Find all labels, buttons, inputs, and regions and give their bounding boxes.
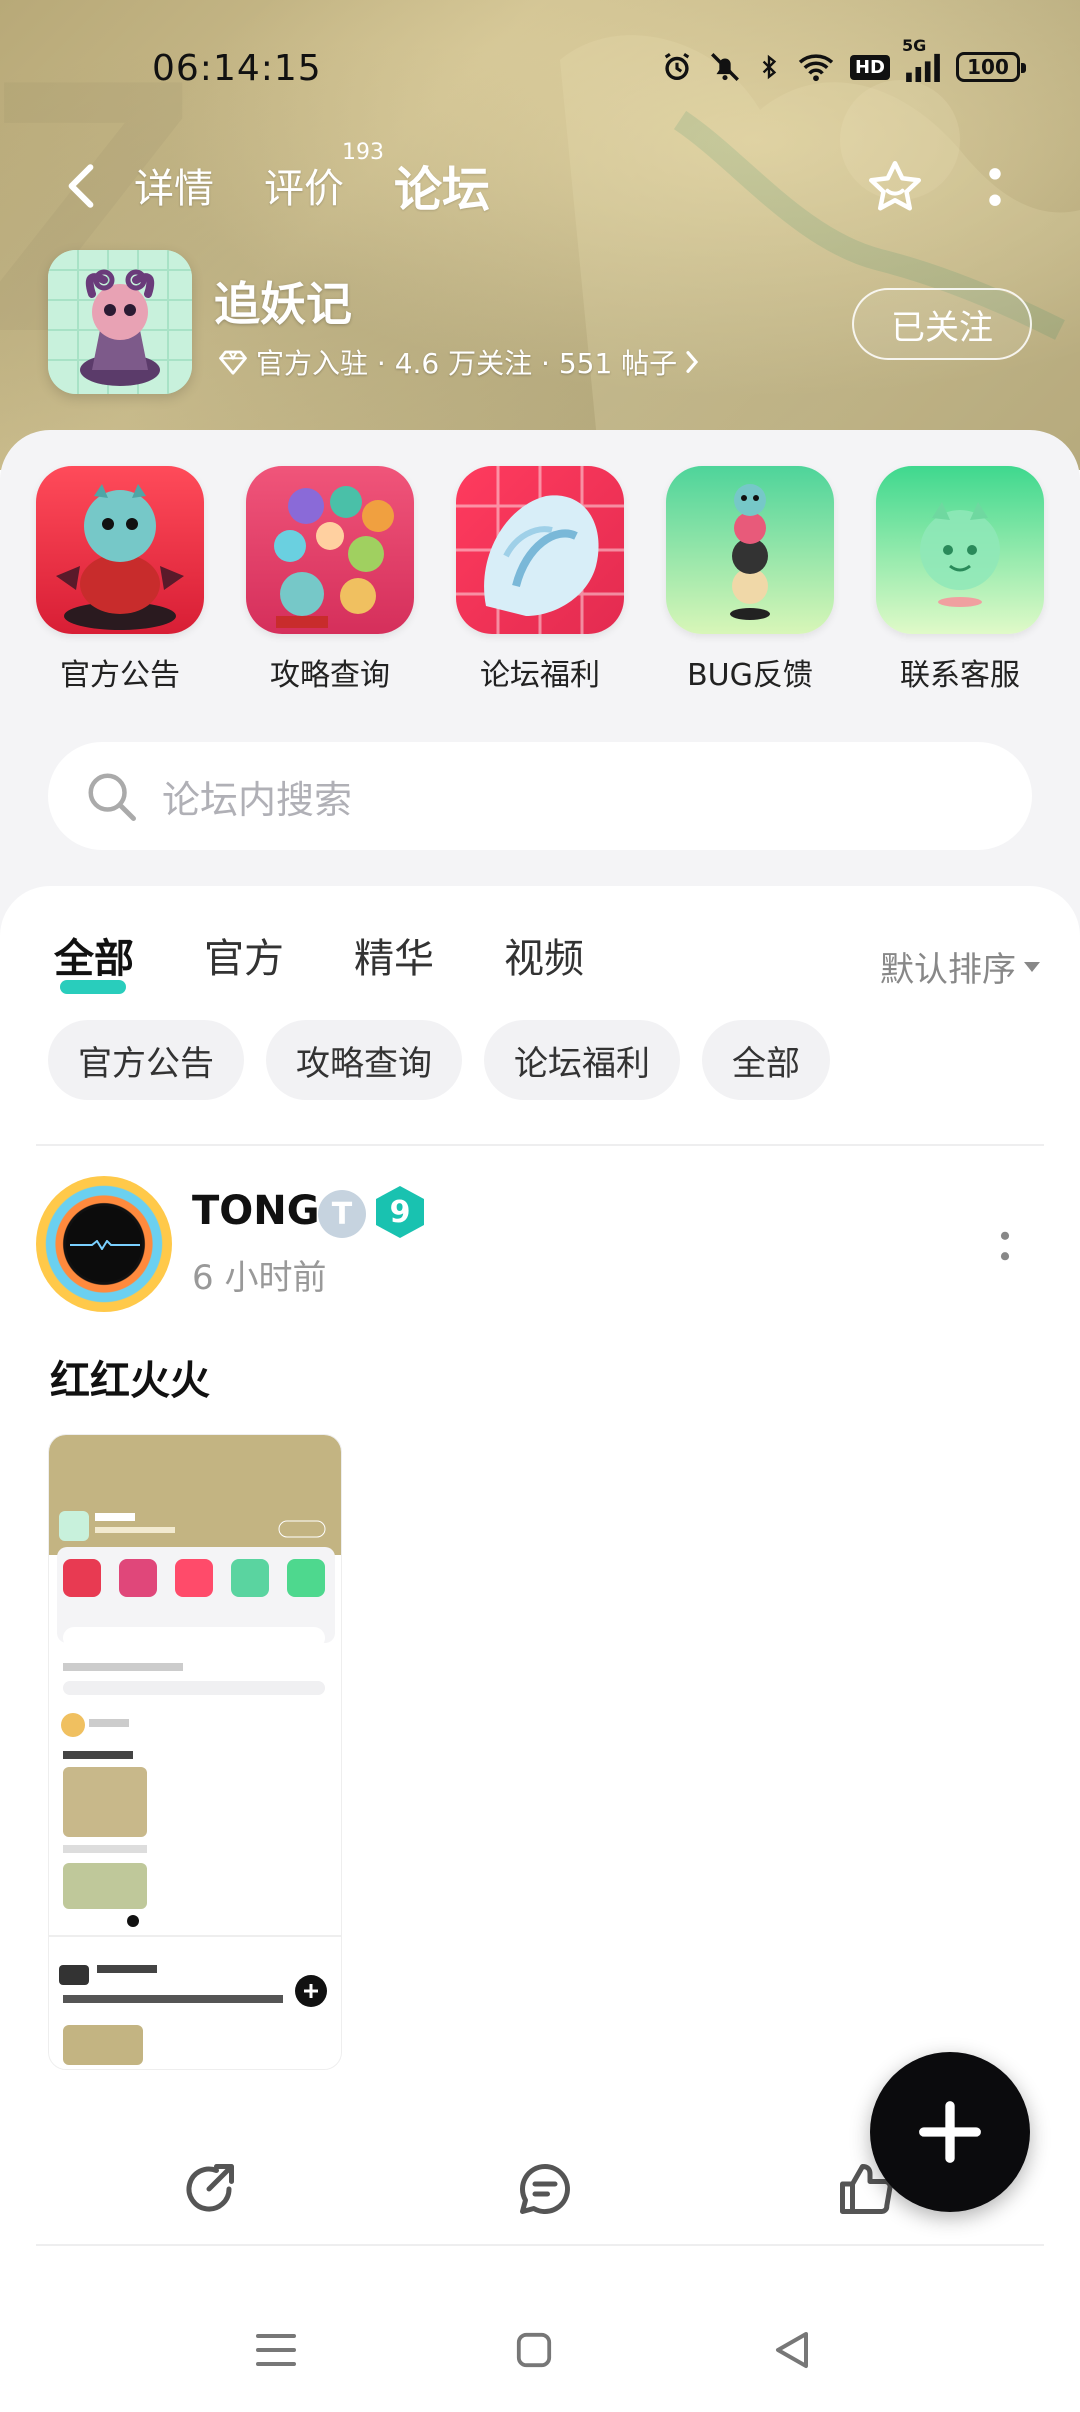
tab-reviews[interactable]: 评价 193 (264, 140, 384, 220)
create-post-button[interactable] (864, 2046, 1036, 2218)
filter-featured[interactable]: 精华 (354, 920, 434, 990)
divider (36, 1144, 1044, 1146)
welfare-icon (456, 466, 624, 634)
share-icon (186, 2164, 234, 2212)
category-chips: 官方公告 攻略查询 论坛福利 全部 (48, 1020, 830, 1100)
back-button[interactable] (56, 158, 106, 214)
tab-forum-label: 论坛 (394, 162, 491, 218)
announcements-icon (36, 466, 204, 634)
signal-icon: 5G (902, 36, 942, 82)
chip-announcements[interactable]: 官方公告 (48, 1020, 244, 1100)
comment-icon (519, 2164, 570, 2214)
shortcut-welfare[interactable]: 论坛福利 (456, 466, 624, 694)
favorite-button[interactable] (860, 152, 930, 222)
menu-icon (256, 2334, 296, 2366)
heartbeat-icon (70, 1240, 140, 1250)
shortcut-label: 论坛福利 (480, 658, 600, 693)
more-vertical-icon (989, 168, 1001, 206)
wifi-icon (796, 51, 836, 83)
filter-featured-label: 精华 (354, 936, 434, 982)
user-badge-icon: T (318, 1190, 366, 1238)
star-icon (869, 161, 921, 211)
shortcut-bug-report[interactable]: BUG反馈 (666, 466, 834, 694)
bluetooth-icon (756, 50, 782, 84)
post-time: 6 小时前 (192, 1258, 327, 1298)
plus-icon (919, 2101, 981, 2163)
more-options-button[interactable] (970, 152, 1020, 222)
customer-service-icon (876, 466, 1044, 634)
shortcut-label: BUG反馈 (687, 658, 813, 693)
network-label: 5G (902, 36, 927, 55)
search-icon (82, 767, 140, 825)
filter-official[interactable]: 官方 (204, 920, 284, 990)
header-banner: Z 06:14:15 HD 5G 100 详情 评价 193 论坛 追妖记 官方… (0, 0, 1080, 470)
post-image[interactable] (48, 1434, 342, 2070)
post-title[interactable]: 红红火火 (50, 1348, 210, 1406)
status-time: 06:14:15 (152, 48, 322, 89)
guides-icon (246, 466, 414, 634)
post-header: TONG T 9 6 小时前 (36, 1176, 1046, 1316)
system-navigation-bar (0, 2290, 1080, 2412)
triangle-back-icon (776, 2332, 808, 2368)
shortcut-customer-service[interactable]: 联系客服 (876, 466, 1044, 694)
filter-video-label: 视频 (504, 936, 584, 982)
hd-icon: HD (849, 54, 890, 80)
status-icons: HD 5G 100 (660, 36, 1026, 84)
post-more-button[interactable] (990, 1216, 1020, 1276)
divider (36, 2244, 1044, 2246)
bug-report-icon (666, 466, 834, 634)
back-arrow-icon (68, 164, 94, 208)
tab-forum[interactable]: 论坛 (394, 150, 491, 220)
filter-official-label: 官方 (204, 936, 284, 982)
filter-video[interactable]: 视频 (504, 920, 584, 990)
game-name: 追妖记 (214, 277, 352, 331)
mute-icon (708, 50, 742, 84)
recent-apps-button[interactable] (246, 2320, 306, 2380)
home-button[interactable] (504, 2320, 564, 2380)
comment-button[interactable] (510, 2154, 580, 2224)
diamond-icon (219, 350, 247, 375)
more-vertical-icon (1000, 1231, 1010, 1261)
status-bar: 06:14:15 HD 5G 100 (0, 0, 1080, 140)
shortcut-row: 官方公告 攻略查询 论坛福利 BUG反馈 联系客服 (0, 466, 1080, 696)
sort-dropdown[interactable]: 默认排序 (880, 942, 1040, 991)
search-input[interactable]: 论坛内搜索 (162, 769, 352, 824)
shortcut-label: 攻略查询 (270, 658, 390, 693)
chevron-right-icon (686, 351, 699, 373)
chip-welfare[interactable]: 论坛福利 (484, 1020, 680, 1100)
top-nav: 详情 评价 193 论坛 (0, 140, 1080, 230)
forum-search-bar[interactable]: 论坛内搜索 (48, 742, 1032, 850)
game-meta-text: 官方入驻 · 4.6 万关注 · 551 帖子 (256, 347, 678, 380)
post-username[interactable]: TONG (192, 1188, 320, 1234)
square-icon (516, 2332, 552, 2368)
battery-icon: 100 (956, 52, 1026, 82)
filter-all[interactable]: 全部 (54, 920, 134, 994)
sort-label: 默认排序 (880, 950, 1016, 990)
shortcut-label: 官方公告 (60, 658, 180, 693)
share-button[interactable] (174, 2154, 244, 2224)
game-info: 追妖记 官方入驻 · 4.6 万关注 · 551 帖子 已关注 (0, 250, 1080, 410)
follow-button[interactable]: 已关注 (852, 288, 1032, 360)
feed-filter-tabs: 全部 官方 精华 视频 (54, 920, 584, 994)
reviews-count-badge: 193 (342, 140, 384, 165)
game-logo[interactable] (48, 250, 192, 394)
tab-reviews-label: 评价 (264, 166, 344, 212)
tab-details-label: 详情 (134, 166, 214, 212)
filter-all-label: 全部 (54, 936, 134, 982)
shortcut-guides[interactable]: 攻略查询 (246, 466, 414, 694)
shortcut-label: 联系客服 (900, 658, 1020, 693)
shortcut-announcements[interactable]: 官方公告 (36, 466, 204, 694)
caret-down-icon (1024, 961, 1040, 972)
chip-guides[interactable]: 攻略查询 (266, 1020, 462, 1100)
nav-tabs: 详情 评价 193 论坛 (134, 140, 491, 220)
chip-all[interactable]: 全部 (702, 1020, 830, 1100)
alarm-icon (660, 50, 694, 84)
system-back-button[interactable] (762, 2320, 822, 2380)
tab-details[interactable]: 详情 (134, 150, 214, 220)
user-level-badge: 9 (376, 1186, 424, 1238)
game-meta[interactable]: 官方入驻 · 4.6 万关注 · 551 帖子 (218, 342, 699, 382)
